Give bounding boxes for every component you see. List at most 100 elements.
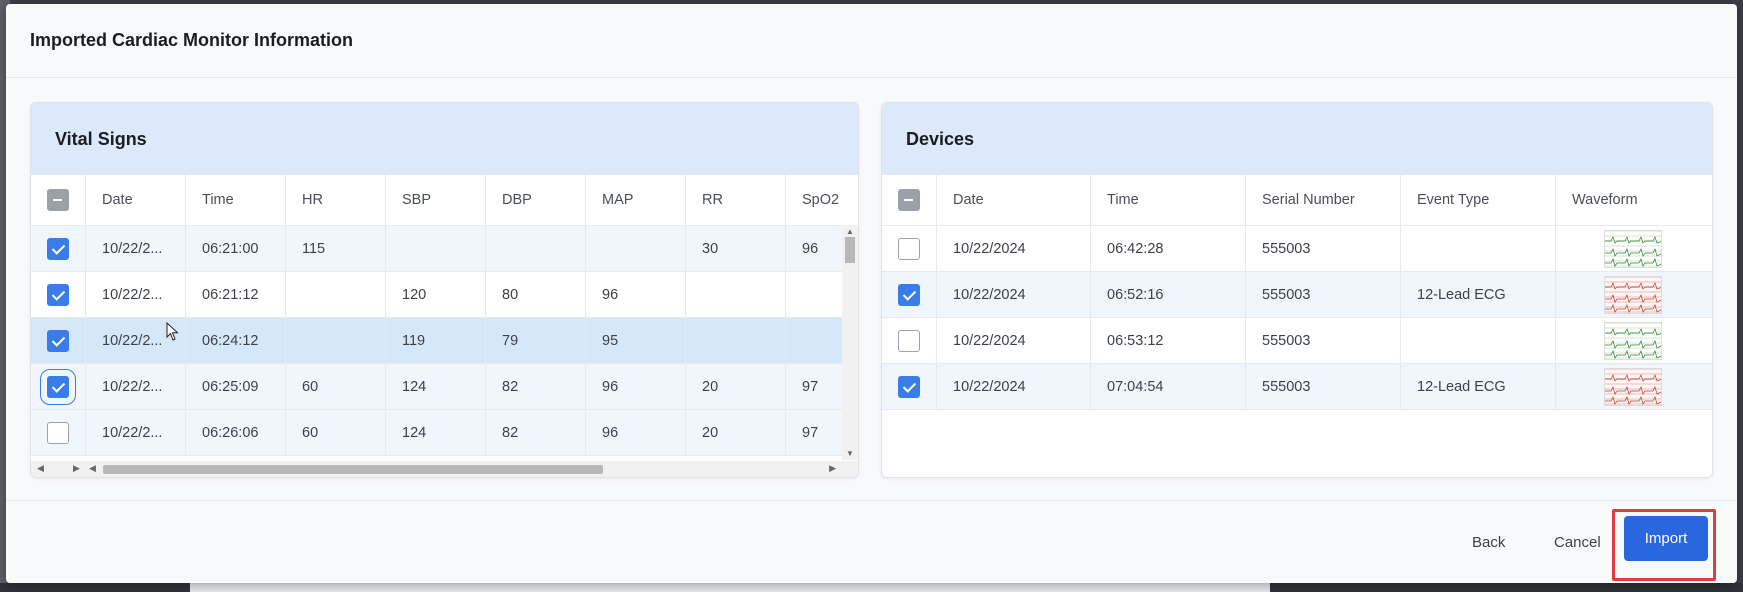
cell-serial: 555003 bbox=[1246, 226, 1401, 271]
cell-date: 10/22/2024 bbox=[937, 272, 1091, 317]
import-button[interactable]: Import bbox=[1624, 516, 1708, 561]
table-row[interactable]: 10/22/2... 06:21:00 115 30 96 bbox=[31, 226, 858, 272]
column-header-waveform[interactable]: Waveform bbox=[1556, 175, 1712, 225]
devices-panel: Devices Date Time Serial Number Event Ty… bbox=[881, 102, 1713, 478]
cell-sbp bbox=[386, 226, 486, 271]
column-header-dbp[interactable]: DBP bbox=[486, 175, 586, 225]
cell-event bbox=[1401, 226, 1556, 271]
row-select-cell bbox=[882, 272, 937, 317]
table-row[interactable]: 10/22/2... 06:25:09 60 124 82 96 20 97 bbox=[31, 364, 858, 410]
dialog-footer: Back Cancel Import bbox=[6, 500, 1737, 584]
table-row[interactable]: 10/22/2024 06:42:28 555003 bbox=[882, 226, 1712, 272]
cell-time: 06:42:28 bbox=[1091, 226, 1246, 271]
cell-event: 12-Lead ECG bbox=[1401, 272, 1556, 317]
column-header-map[interactable]: MAP bbox=[586, 175, 686, 225]
row-checkbox[interactable] bbox=[898, 329, 920, 352]
import-dialog: Imported Cardiac Monitor Information Vit… bbox=[6, 4, 1737, 583]
row-checkbox[interactable] bbox=[40, 368, 76, 405]
cell-dbp: 82 bbox=[486, 410, 586, 455]
devices-title: Devices bbox=[882, 103, 1712, 175]
scroll-down-arrow-icon[interactable]: ▼ bbox=[846, 449, 854, 458]
cell-waveform bbox=[1556, 318, 1712, 363]
scroll-up-arrow-icon[interactable]: ▲ bbox=[846, 227, 854, 236]
cell-time: 07:04:54 bbox=[1091, 364, 1246, 409]
column-header-hr[interactable]: HR bbox=[286, 175, 386, 225]
cell-dbp bbox=[486, 226, 586, 271]
cell-time: 06:26:06 bbox=[186, 410, 286, 455]
vertical-scroll-thumb[interactable] bbox=[845, 237, 855, 263]
cell-serial: 555003 bbox=[1246, 364, 1401, 409]
cell-time: 06:25:09 bbox=[186, 364, 286, 409]
cancel-button[interactable]: Cancel bbox=[1548, 533, 1607, 552]
cell-date: 10/22/2024 bbox=[937, 318, 1091, 363]
dialog-title: Imported Cardiac Monitor Information bbox=[6, 4, 1737, 78]
row-checkbox[interactable] bbox=[47, 237, 69, 260]
cell-date: 10/22/2024 bbox=[937, 364, 1091, 409]
cell-time: 06:21:00 bbox=[186, 226, 286, 271]
row-select-cell bbox=[882, 364, 937, 409]
table-row[interactable]: 10/22/2024 07:04:54 555003 12-Lead ECG bbox=[882, 364, 1712, 410]
cell-dbp: 80 bbox=[486, 272, 586, 317]
column-header-event-type[interactable]: Event Type bbox=[1401, 175, 1556, 225]
scroll-left-arrow-icon[interactable]: ◀ bbox=[89, 463, 96, 474]
vital-signs-rows: 10/22/2... 06:21:00 115 30 96 10/22/2... 06:21… bbox=[31, 226, 858, 456]
cell-event bbox=[1401, 318, 1556, 363]
cell-rr: 20 bbox=[686, 410, 786, 455]
column-header-serial-number[interactable]: Serial Number bbox=[1246, 175, 1401, 225]
cell-waveform bbox=[1556, 364, 1712, 409]
cell-map: 96 bbox=[586, 410, 686, 455]
row-select-cell bbox=[31, 364, 86, 409]
vital-signs-panel: Vital Signs Date Time HR SBP DBP MAP RR … bbox=[30, 102, 859, 478]
background-page-content bbox=[190, 583, 1270, 592]
horizontal-scrollbar[interactable]: ◀ ▶ ◀ ▶ bbox=[31, 461, 858, 477]
cell-sbp: 119 bbox=[386, 318, 486, 363]
table-row[interactable]: 10/22/2... 06:26:06 60 124 82 96 20 97 bbox=[31, 410, 858, 456]
row-select-cell bbox=[31, 272, 86, 317]
cell-hr: 60 bbox=[286, 410, 386, 455]
mouse-cursor-icon bbox=[166, 322, 179, 341]
row-checkbox[interactable] bbox=[898, 237, 920, 260]
cell-waveform bbox=[1556, 226, 1712, 271]
cell-map bbox=[586, 226, 686, 271]
column-header-date[interactable]: Date bbox=[937, 175, 1091, 225]
row-checkbox[interactable] bbox=[47, 283, 69, 306]
waveform-thumbnail-icon[interactable] bbox=[1604, 367, 1662, 406]
row-checkbox[interactable] bbox=[47, 421, 69, 444]
cell-hr: 60 bbox=[286, 364, 386, 409]
vital-signs-header-row: Date Time HR SBP DBP MAP RR SpO2 bbox=[31, 175, 858, 226]
column-header-spo2[interactable]: SpO2 bbox=[786, 175, 858, 225]
table-row[interactable]: 10/22/2... 06:21:12 120 80 96 bbox=[31, 272, 858, 318]
row-checkbox[interactable] bbox=[47, 329, 69, 352]
row-checkbox[interactable] bbox=[898, 283, 920, 306]
row-checkbox[interactable] bbox=[898, 375, 920, 398]
column-header-rr[interactable]: RR bbox=[686, 175, 786, 225]
column-header-time[interactable]: Time bbox=[186, 175, 286, 225]
cell-event: 12-Lead ECG bbox=[1401, 364, 1556, 409]
table-row[interactable]: 10/22/2024 06:53:12 555003 bbox=[882, 318, 1712, 364]
horizontal-scroll-thumb[interactable] bbox=[103, 465, 603, 474]
select-all-vitals-checkbox[interactable] bbox=[47, 189, 69, 211]
devices-rows: 10/22/2024 06:42:28 555003 10/22/2024 06:52:… bbox=[882, 226, 1712, 410]
cell-time: 06:52:16 bbox=[1091, 272, 1246, 317]
waveform-thumbnail-icon[interactable] bbox=[1604, 229, 1662, 268]
column-header-time[interactable]: Time bbox=[1091, 175, 1246, 225]
cell-date: 10/22/2... bbox=[86, 364, 186, 409]
cell-date: 10/22/2024 bbox=[937, 226, 1091, 271]
scroll-left-arrow-icon[interactable]: ◀ bbox=[37, 463, 44, 474]
table-row[interactable]: 10/22/2... 06:24:12 119 79 95 bbox=[31, 318, 858, 364]
select-all-devices-checkbox[interactable] bbox=[898, 189, 920, 211]
cell-time: 06:24:12 bbox=[186, 318, 286, 363]
column-header-date[interactable]: Date bbox=[86, 175, 186, 225]
cell-rr: 20 bbox=[686, 364, 786, 409]
scroll-right-arrow-icon[interactable]: ▶ bbox=[829, 463, 836, 474]
vertical-scrollbar[interactable]: ▲ ▼ bbox=[842, 225, 858, 460]
waveform-thumbnail-icon[interactable] bbox=[1604, 321, 1662, 360]
cell-date: 10/22/2... bbox=[86, 272, 186, 317]
back-button[interactable]: Back bbox=[1466, 533, 1511, 552]
waveform-thumbnail-icon[interactable] bbox=[1604, 275, 1662, 314]
cell-sbp: 124 bbox=[386, 410, 486, 455]
table-row[interactable]: 10/22/2024 06:52:16 555003 12-Lead ECG bbox=[882, 272, 1712, 318]
scroll-right-arrow-icon[interactable]: ▶ bbox=[73, 463, 80, 474]
column-header-sbp[interactable]: SBP bbox=[386, 175, 486, 225]
row-select-cell bbox=[31, 226, 86, 271]
